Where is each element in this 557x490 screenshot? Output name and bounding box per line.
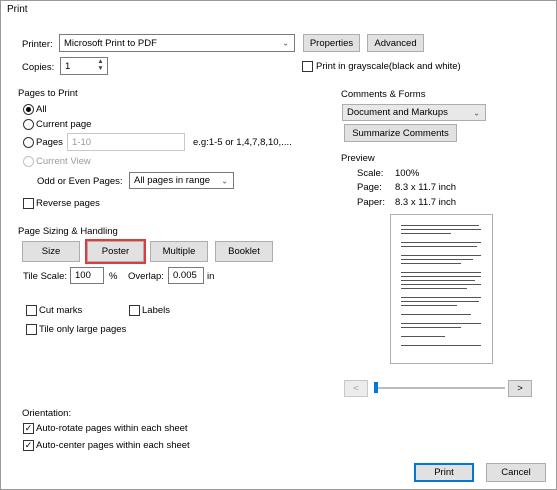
window-title: Print (7, 4, 28, 15)
paper-size-label: Paper: (357, 197, 385, 208)
radio-pages[interactable] (23, 137, 34, 148)
chevron-down-icon: ⌄ (473, 108, 480, 117)
checkmark-icon: ✓ (24, 423, 33, 433)
preview-text-line (401, 284, 481, 286)
scale-label: Scale: (357, 168, 384, 179)
cancel-button[interactable]: Cancel (486, 463, 546, 482)
tile-large-pages-label: Tile only large pages (39, 324, 127, 335)
overlap-value: 0.005 (173, 270, 197, 281)
preview-text-line (401, 225, 479, 227)
preview-prev-button[interactable]: < (344, 380, 368, 397)
auto-center-checkbox[interactable]: ✓ (23, 440, 34, 451)
tab-multiple[interactable]: Multiple (150, 241, 208, 262)
auto-rotate-label: Auto-rotate pages within each sheet (36, 423, 188, 434)
preview-text-line (401, 345, 481, 347)
preview-text-line (401, 242, 481, 244)
poster-highlight (85, 239, 146, 264)
radio-current-page-label: Current page (36, 119, 92, 130)
tile-scale-input[interactable]: 100 (70, 267, 104, 284)
odd-even-select[interactable]: All pages in range ⌄ (129, 172, 234, 189)
pages-hint: e.g:1-5 or 1,4,7,8,10,.... (193, 137, 292, 148)
properties-button[interactable]: Properties (303, 34, 360, 52)
preview-text-line (401, 255, 481, 257)
printer-value: Microsoft Print to PDF (64, 37, 157, 49)
copies-stepper[interactable]: ▲ ▼ (94, 58, 107, 74)
copies-value: 1 (65, 60, 71, 72)
tile-scale-percent: % (109, 271, 118, 282)
cut-marks-label: Cut marks (39, 305, 83, 316)
page-size-value: 8.3 x 11.7 inch (395, 182, 457, 193)
print-button[interactable]: Print (414, 463, 474, 482)
preview-thumbnail (390, 214, 493, 364)
comments-forms-value: Document and Markups (347, 107, 448, 118)
tile-large-pages-checkbox[interactable] (26, 324, 37, 335)
orientation-heading: Orientation: (22, 408, 72, 419)
preview-text-line (401, 276, 481, 278)
chevron-down-icon[interactable]: ▼ (94, 65, 107, 72)
overlap-unit: in (207, 271, 215, 282)
radio-current-view[interactable] (23, 156, 34, 167)
comments-forms-heading: Comments & Forms (341, 89, 426, 100)
preview-text-line (401, 301, 479, 303)
grayscale-label: Print in grayscale(black and white) (316, 61, 461, 72)
copies-label: Copies: (22, 62, 55, 73)
preview-text-line (401, 272, 481, 274)
page-size-label: Page: (357, 182, 382, 193)
advanced-button[interactable]: Advanced (367, 34, 424, 52)
overlap-input[interactable]: 0.005 (168, 267, 204, 284)
cut-marks-checkbox[interactable] (26, 305, 37, 316)
print-dialog: Print Printer: Microsoft Print to PDF ⌄ … (0, 0, 557, 490)
paper-size-value: 8.3 x 11.7 inch (395, 197, 457, 208)
pages-range-placeholder: 1-10 (72, 136, 92, 148)
chevron-down-icon: ⌄ (282, 38, 289, 48)
printer-select[interactable]: Microsoft Print to PDF ⌄ (59, 34, 295, 52)
labels-checkbox[interactable] (129, 305, 140, 316)
radio-pages-label: Pages (36, 137, 63, 148)
chevron-down-icon: ⌄ (221, 176, 228, 185)
preview-text-line (401, 246, 477, 248)
summarize-comments-button[interactable]: Summarize Comments (344, 124, 457, 142)
preview-text-line (401, 323, 481, 325)
checkmark-icon: ✓ (24, 440, 33, 450)
radio-current-page[interactable] (23, 119, 34, 130)
preview-text-line (401, 336, 445, 338)
reverse-pages-label: Reverse pages (36, 198, 100, 209)
preview-slider-thumb[interactable] (374, 382, 378, 393)
preview-text-line (401, 327, 461, 329)
radio-current-view-label: Current View (36, 156, 91, 167)
labels-label: Labels (142, 305, 170, 316)
preview-text-line (401, 297, 481, 299)
tile-scale-label: Tile Scale: (23, 271, 67, 282)
preview-text-line (401, 288, 467, 290)
odd-even-value: All pages in range (134, 175, 211, 186)
preview-text-line (401, 263, 461, 265)
grayscale-checkbox[interactable] (302, 61, 313, 72)
comments-forms-select[interactable]: Document and Markups ⌄ (342, 104, 486, 121)
preview-text-line (401, 280, 475, 282)
chevron-up-icon[interactable]: ▲ (94, 58, 107, 65)
tab-size[interactable]: Size (22, 241, 80, 262)
page-sizing-heading: Page Sizing & Handling (18, 226, 118, 237)
preview-heading: Preview (341, 153, 375, 164)
preview-text-line (401, 233, 451, 235)
pages-range-input[interactable]: 1-10 (67, 133, 185, 151)
auto-center-label: Auto-center pages within each sheet (36, 440, 190, 451)
preview-slider-track[interactable] (376, 387, 505, 389)
tile-scale-value: 100 (75, 270, 91, 281)
odd-even-label: Odd or Even Pages: (37, 176, 123, 187)
printer-label: Printer: (22, 39, 53, 50)
preview-text-line (401, 314, 471, 316)
tab-booklet[interactable]: Booklet (215, 241, 273, 262)
preview-text-line (401, 305, 457, 307)
overlap-label: Overlap: (128, 271, 164, 282)
auto-rotate-checkbox[interactable]: ✓ (23, 423, 34, 434)
preview-next-button[interactable]: > (508, 380, 532, 397)
preview-text-line (401, 229, 481, 231)
reverse-pages-checkbox[interactable] (23, 198, 34, 209)
pages-to-print-heading: Pages to Print (18, 88, 78, 99)
radio-all[interactable] (23, 104, 34, 115)
scale-value: 100% (395, 168, 420, 179)
radio-all-label: All (36, 104, 47, 115)
preview-text-line (401, 259, 473, 261)
